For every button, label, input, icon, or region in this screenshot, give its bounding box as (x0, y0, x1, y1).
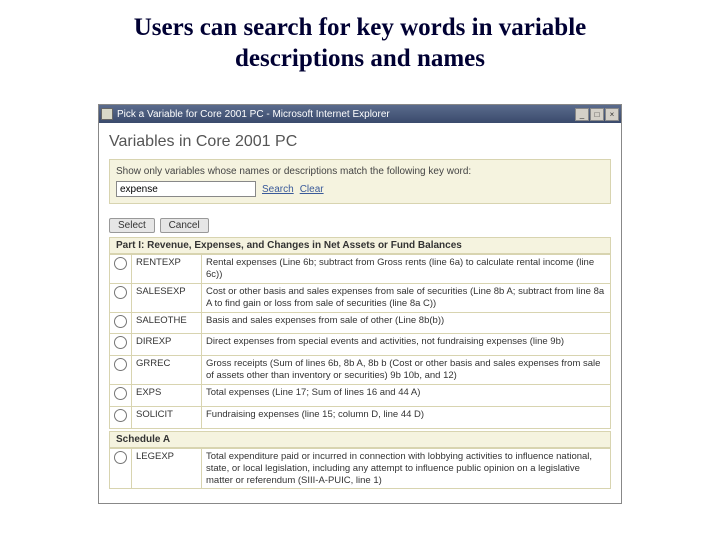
clear-link[interactable]: Clear (300, 184, 324, 195)
row-radio[interactable] (114, 409, 127, 422)
search-link[interactable]: Search (262, 184, 294, 195)
slide-title: Users can search for key words in variab… (0, 0, 720, 83)
row-radio[interactable] (114, 358, 127, 371)
var-name: SALESEXP (132, 283, 202, 312)
table-row: EXPSTotal expenses (Line 17; Sum of line… (110, 385, 611, 407)
var-desc: Rental expenses (Line 6b; subtract from … (202, 255, 611, 284)
table-row: SALESEXPCost or other basis and sales ex… (110, 283, 611, 312)
app-icon (101, 108, 113, 120)
table-row: SOLICITFundraising expenses (line 15; co… (110, 406, 611, 428)
var-desc: Total expenditure paid or incurred in co… (202, 448, 611, 489)
table-row: DIREXPDirect expenses from special event… (110, 334, 611, 356)
var-desc: Gross receipts (Sum of lines 6b, 8b A, 8… (202, 356, 611, 385)
table-row: SALEOTHEBasis and sales expenses from sa… (110, 312, 611, 334)
window-title: Pick a Variable for Core 2001 PC - Micro… (117, 109, 575, 120)
row-radio[interactable] (114, 286, 127, 299)
search-input[interactable] (116, 181, 256, 197)
var-name: GRREC (132, 356, 202, 385)
table-row: GRRECGross receipts (Sum of lines 6b, 8b… (110, 356, 611, 385)
search-box: Show only variables whose names or descr… (109, 159, 611, 204)
row-radio[interactable] (114, 451, 127, 464)
var-name: SOLICIT (132, 406, 202, 428)
titlebar: Pick a Variable for Core 2001 PC - Micro… (99, 105, 621, 123)
action-buttons: Select Cancel (109, 218, 611, 233)
row-radio[interactable] (114, 387, 127, 400)
minimize-button[interactable]: _ (575, 108, 589, 121)
row-radio[interactable] (114, 315, 127, 328)
table-row: LEGEXPTotal expenditure paid or incurred… (110, 448, 611, 489)
maximize-button[interactable]: □ (590, 108, 604, 121)
var-name: LEGEXP (132, 448, 202, 489)
var-desc: Total expenses (Line 17; Sum of lines 16… (202, 385, 611, 407)
var-desc: Basis and sales expenses from sale of ot… (202, 312, 611, 334)
var-desc: Direct expenses from special events and … (202, 334, 611, 356)
var-name: SALEOTHE (132, 312, 202, 334)
page-title: Variables in Core 2001 PC (109, 133, 611, 151)
section-header-schedule-a: Schedule A (109, 431, 611, 448)
row-radio[interactable] (114, 257, 127, 270)
var-desc: Fundraising expenses (line 15; column D,… (202, 406, 611, 428)
cancel-button[interactable]: Cancel (160, 218, 209, 233)
select-button[interactable]: Select (109, 218, 155, 233)
section-header-part1: Part I: Revenue, Expenses, and Changes i… (109, 237, 611, 254)
variables-table-part1: RENTEXPRental expenses (Line 6b; subtrac… (109, 254, 611, 429)
browser-window: Pick a Variable for Core 2001 PC - Micro… (98, 104, 622, 504)
var-desc: Cost or other basis and sales expenses f… (202, 283, 611, 312)
table-row: RENTEXPRental expenses (Line 6b; subtrac… (110, 255, 611, 284)
variables-table-schedule-a: LEGEXPTotal expenditure paid or incurred… (109, 448, 611, 490)
row-radio[interactable] (114, 336, 127, 349)
var-name: DIREXP (132, 334, 202, 356)
var-name: RENTEXP (132, 255, 202, 284)
close-button[interactable]: × (605, 108, 619, 121)
var-name: EXPS (132, 385, 202, 407)
search-label: Show only variables whose names or descr… (116, 166, 604, 177)
